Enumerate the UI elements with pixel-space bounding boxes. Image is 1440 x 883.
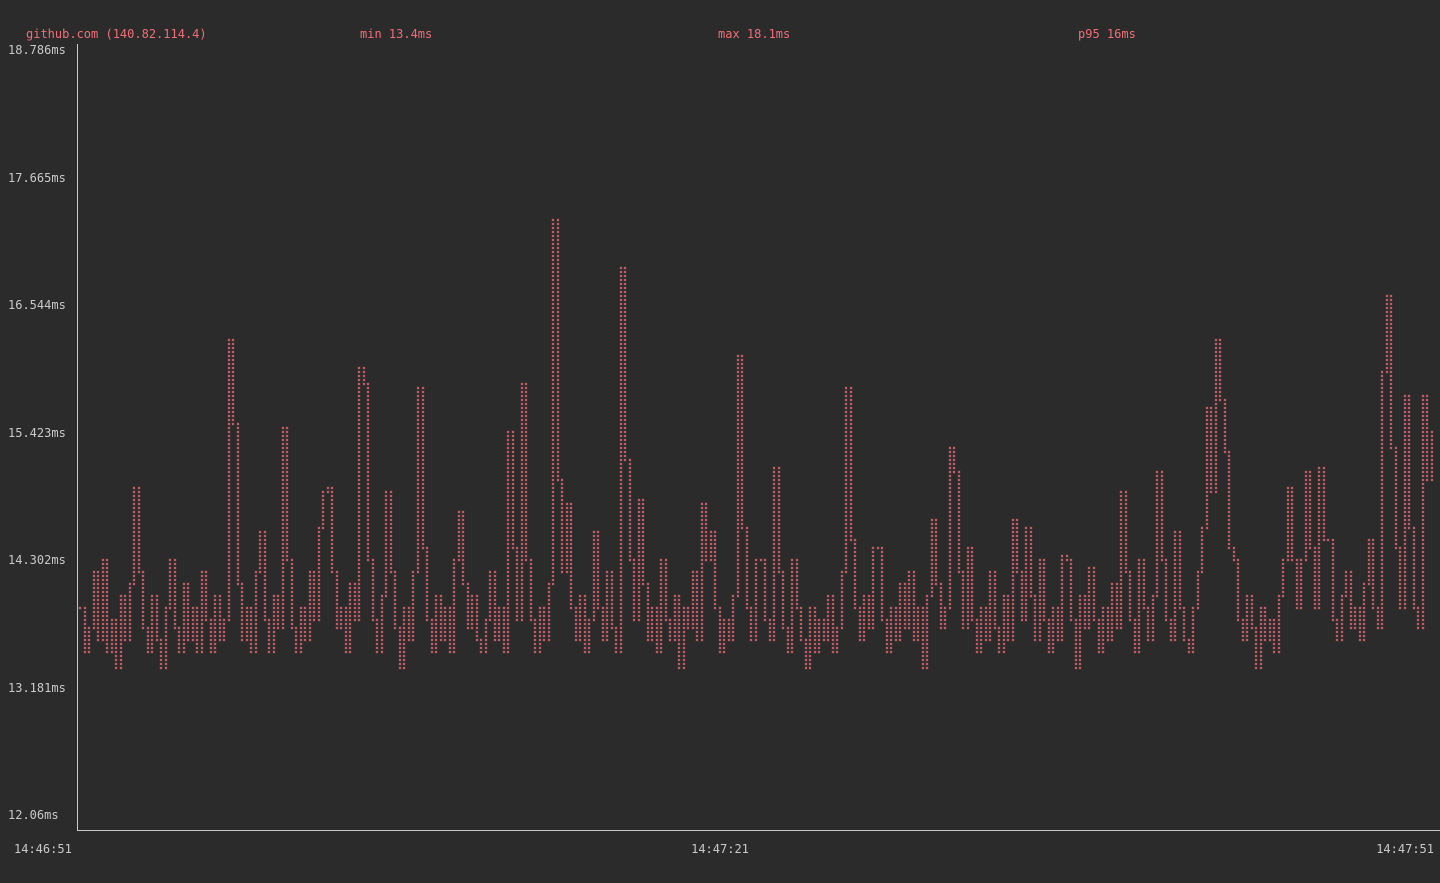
y-tick-label: 12.06ms [8, 809, 59, 822]
y-tick-label: 13.181ms [8, 682, 66, 695]
x-tick-label-end: 14:47:51 [1376, 843, 1434, 856]
latency-chart-canvas [0, 0, 1440, 883]
x-axis-line [77, 830, 1440, 831]
y-tick-label: 18.786ms [8, 44, 66, 57]
y-tick-label: 15.423ms [8, 427, 66, 440]
stat-p95-label: p95 16ms [1078, 27, 1136, 41]
y-tick-label: 14.302ms [8, 554, 66, 567]
y-axis-line [77, 44, 78, 831]
stat-min-label: min 13.4ms [360, 27, 432, 41]
y-tick-label: 16.544ms [8, 299, 66, 312]
target-host-label: github.com (140.82.114.4) [26, 27, 207, 41]
y-tick-label: 17.665ms [8, 172, 66, 185]
stat-max-label: max 18.1ms [718, 27, 790, 41]
x-tick-label-middle: 14:47:21 [691, 843, 749, 856]
x-tick-label-start: 14:46:51 [14, 843, 72, 856]
